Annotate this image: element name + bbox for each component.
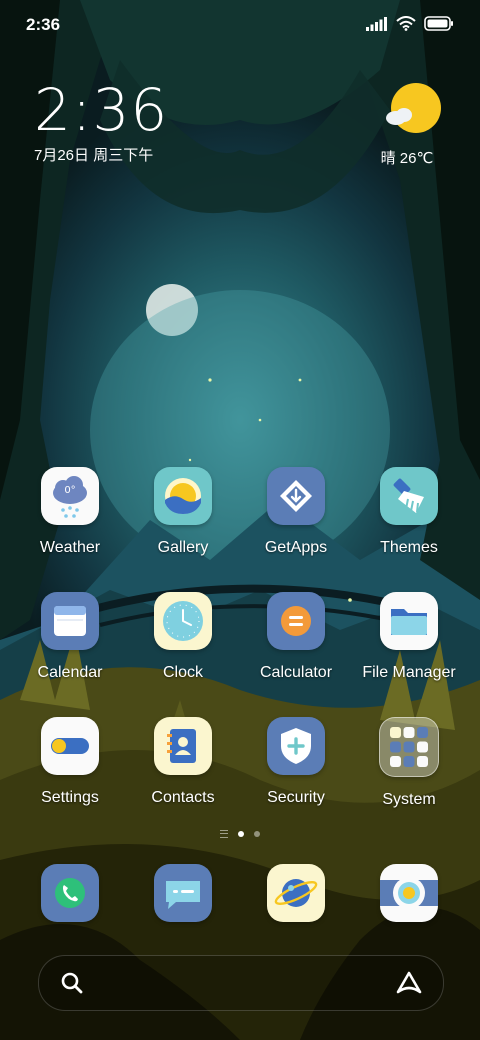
app-calculator[interactable]: Calculator (240, 592, 352, 682)
clock-widget[interactable]: 2:36 7月26日 周三下午 (34, 78, 168, 165)
page-dot-1[interactable] (238, 831, 244, 837)
calendar-icon (41, 592, 99, 650)
app-label: System (382, 791, 436, 808)
status-bar: 2:36 (0, 0, 480, 50)
contacts-book-icon (154, 717, 212, 775)
weather-icon: 0° (41, 467, 99, 525)
folder-grid-icon (379, 717, 439, 777)
toggle-icon (41, 717, 99, 775)
app-label: Weather (39, 539, 101, 556)
weather-text: 晴 26℃ (380, 150, 434, 167)
camera-icon (380, 864, 438, 922)
shield-plus-icon (267, 717, 325, 775)
calculator-icon (267, 592, 325, 650)
app-getapps[interactable]: GetApps (240, 467, 352, 557)
app-clock[interactable]: Clock (127, 592, 239, 682)
app-security[interactable]: Security (240, 717, 352, 807)
app-label: File Manager (362, 664, 456, 681)
weather-widget[interactable]: 晴 26℃ (381, 82, 444, 168)
message-icon (154, 864, 212, 922)
dock-messages[interactable] (127, 864, 239, 922)
battery-icon (424, 16, 453, 31)
folder-icon (380, 592, 438, 650)
getapps-icon (267, 467, 325, 525)
page-indicator[interactable] (0, 830, 480, 838)
themes-brush-icon (380, 467, 438, 525)
app-file-manager[interactable]: File Manager (353, 592, 465, 682)
app-calendar[interactable]: Calendar (14, 592, 126, 682)
app-label: Gallery (157, 539, 209, 556)
app-gallery[interactable]: Gallery (127, 467, 239, 557)
app-label: Themes (380, 539, 438, 556)
app-settings[interactable]: Settings (14, 717, 126, 807)
sun-cloud-icon (386, 83, 441, 133)
app-label: Contacts (151, 789, 215, 806)
weather-icon-text: 0° (64, 485, 75, 496)
wifi-icon (396, 16, 416, 31)
app-contacts[interactable]: Contacts (127, 717, 239, 807)
app-label: Settings (41, 789, 99, 806)
widget-date: 7月26日 周三下午 (34, 147, 154, 164)
browser-planet-icon (267, 864, 325, 922)
app-label: Calculator (259, 664, 333, 681)
app-system-folder[interactable]: System (353, 717, 465, 809)
app-label: GetApps (264, 539, 328, 556)
clock-icon (154, 592, 212, 650)
search-bar[interactable] (38, 955, 444, 1011)
app-themes[interactable]: Themes (353, 467, 465, 557)
assistant-icon[interactable] (395, 970, 423, 996)
status-time: 2:36 (26, 15, 61, 34)
phone-icon (41, 864, 99, 922)
dock-camera[interactable] (353, 864, 465, 922)
app-label: Calendar (37, 664, 103, 681)
home-screen: 2:36 2:36 7月26日 周三下午 晴 26℃ 0° Weather Ga… (0, 0, 480, 1040)
gallery-icon (154, 467, 212, 525)
signal-icon (366, 16, 387, 31)
page-list-icon[interactable] (220, 830, 228, 838)
app-weather[interactable]: 0° Weather (14, 467, 126, 557)
dock-browser[interactable] (240, 864, 352, 922)
widget-time: 2:36 (34, 76, 169, 144)
status-icons (366, 16, 454, 31)
search-icon[interactable] (61, 972, 83, 994)
dock-phone[interactable] (14, 864, 126, 922)
app-label: Clock (162, 664, 203, 681)
page-dot-2[interactable] (254, 831, 260, 837)
app-label: Security (267, 789, 325, 806)
